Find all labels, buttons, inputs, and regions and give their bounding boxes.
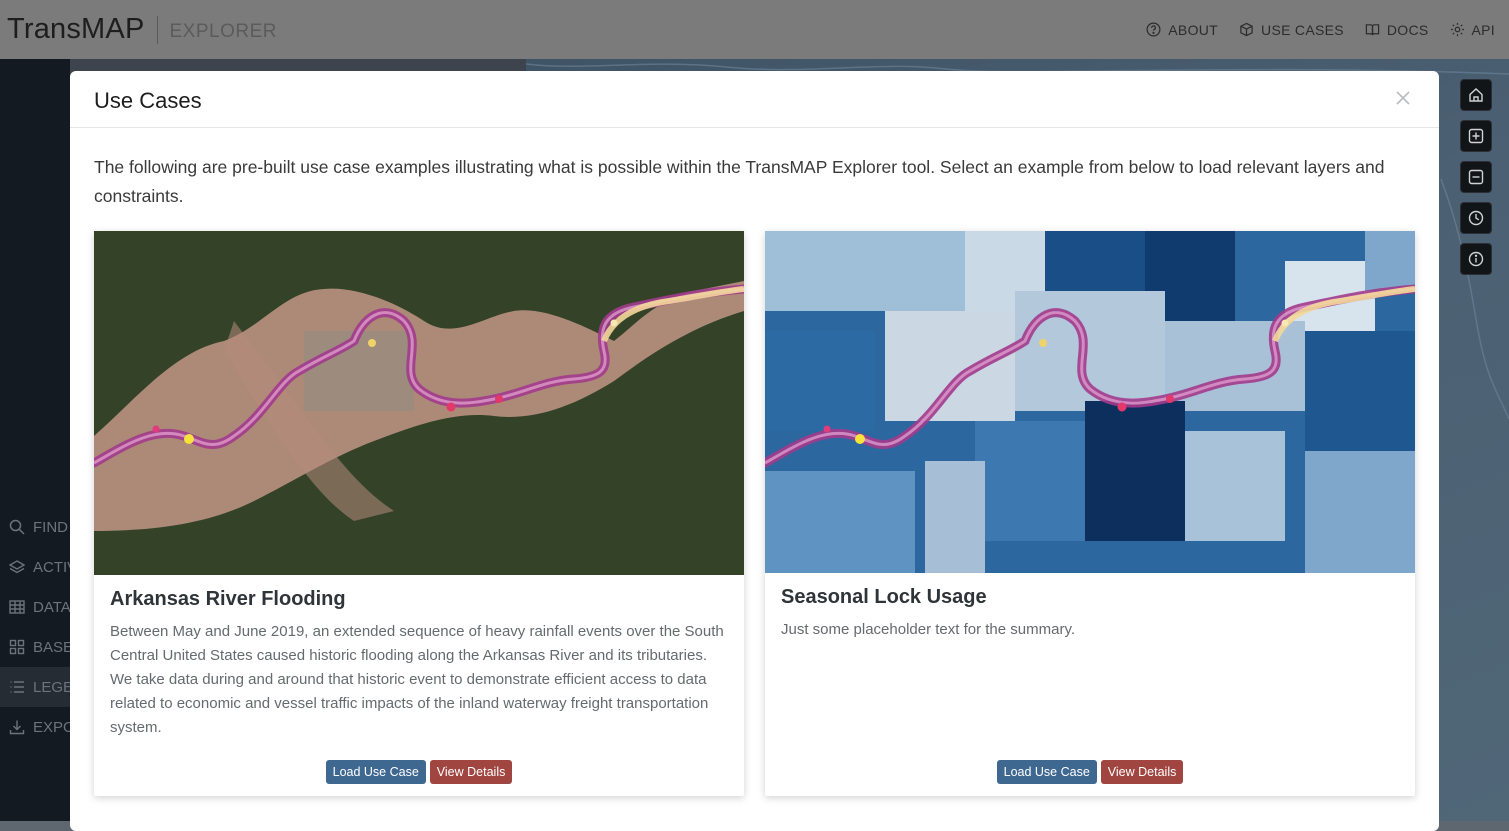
download-icon <box>9 720 25 735</box>
sidebar-item-label: DATA <box>33 598 70 616</box>
zoom-out-button[interactable] <box>1460 161 1492 193</box>
sidebar-item-find[interactable]: FIND <box>0 507 70 547</box>
card-actions: Load Use Case View Details <box>765 760 1415 784</box>
nav-about-label: ABOUT <box>1168 21 1219 38</box>
brand-divider <box>156 15 158 44</box>
info-icon <box>1468 251 1484 267</box>
clock-icon <box>1468 210 1484 226</box>
home-icon <box>1469 88 1483 102</box>
zoom-out-icon <box>1468 169 1484 185</box>
top-navbar: TransMAP EXPLORER ABOUT USE CASES DOCS A… <box>0 0 1509 59</box>
load-use-case-button[interactable]: Load Use Case <box>996 760 1097 784</box>
home-button[interactable] <box>1460 79 1492 111</box>
book-icon <box>1365 24 1380 36</box>
layers-icon <box>9 560 25 574</box>
close-icon[interactable] <box>1392 87 1414 109</box>
load-use-case-button[interactable]: Load Use Case <box>325 760 426 784</box>
main-nav: ABOUT USE CASES DOCS API <box>1146 0 1509 59</box>
view-details-button[interactable]: View Details <box>1100 760 1184 784</box>
nav-api-label: API <box>1471 21 1495 38</box>
cube-icon <box>1240 22 1253 37</box>
sidebar-item-label: LEGEND <box>33 678 70 696</box>
sidebar-item-active[interactable]: ACTIVE <box>0 547 70 587</box>
modal-intro-text: The following are pre-built use case exa… <box>94 157 1385 206</box>
card-summary: Just some placeholder text for the summa… <box>781 621 1076 638</box>
use-case-card-arkansas-flooding: Arkansas River Flooding Between May and … <box>94 231 744 796</box>
sidebar-item-label: EXPORT <box>33 718 70 736</box>
use-case-card-seasonal-lock-usage: Seasonal Lock Usage Just some placeholde… <box>765 231 1415 796</box>
nav-docs[interactable]: DOCS <box>1365 22 1429 38</box>
search-icon <box>9 519 25 535</box>
table-icon <box>9 600 25 614</box>
sidebar-item-label: BASE <box>33 638 70 656</box>
flooding-map-thumbnail <box>94 231 744 575</box>
sidebar-item-data[interactable]: DATA <box>0 587 70 627</box>
card-title: Seasonal Lock Usage <box>781 586 987 608</box>
sidebar-item-label: ACTIVE <box>33 558 70 576</box>
app-subtitle: EXPLORER <box>169 20 277 42</box>
list-icon <box>10 681 24 693</box>
lock-usage-map-thumbnail <box>765 231 1415 573</box>
app-title[interactable]: TransMAP <box>7 13 145 46</box>
history-button[interactable] <box>1460 202 1492 234</box>
nav-about[interactable]: ABOUT <box>1146 22 1218 38</box>
modal-title: Use Cases <box>94 88 202 113</box>
modal-header: Use Cases <box>70 71 1439 128</box>
map-toolbar <box>1460 79 1492 284</box>
zoom-in-icon <box>1468 128 1484 144</box>
nav-use-cases-label: USE CASES <box>1261 21 1344 38</box>
grid-icon <box>9 639 25 655</box>
nav-docs-label: DOCS <box>1386 21 1429 38</box>
card-actions: Load Use Case View Details <box>94 760 744 784</box>
sidebar-item-base[interactable]: BASE <box>0 627 70 667</box>
nav-use-cases[interactable]: USE CASES <box>1239 22 1344 38</box>
sidebar-item-legend[interactable]: LEGEND <box>0 667 70 707</box>
sidebar-item-export[interactable]: EXPORT <box>0 707 70 747</box>
sidebar: FIND ACTIVE DATA BASE LEGEND EXPORT <box>0 59 70 821</box>
view-details-button[interactable]: View Details <box>429 760 513 784</box>
sidebar-item-label: FIND <box>33 518 68 536</box>
card-summary: Between May and June 2019, an extended s… <box>110 623 724 736</box>
help-circle-icon <box>1146 22 1161 37</box>
use-cases-modal: Use Cases The following are pre-built us… <box>70 71 1439 831</box>
zoom-in-button[interactable] <box>1460 120 1492 152</box>
info-button[interactable] <box>1460 243 1492 275</box>
gear-icon <box>1450 22 1464 37</box>
nav-api[interactable]: API <box>1450 22 1495 38</box>
card-title: Arkansas River Flooding <box>110 588 346 610</box>
